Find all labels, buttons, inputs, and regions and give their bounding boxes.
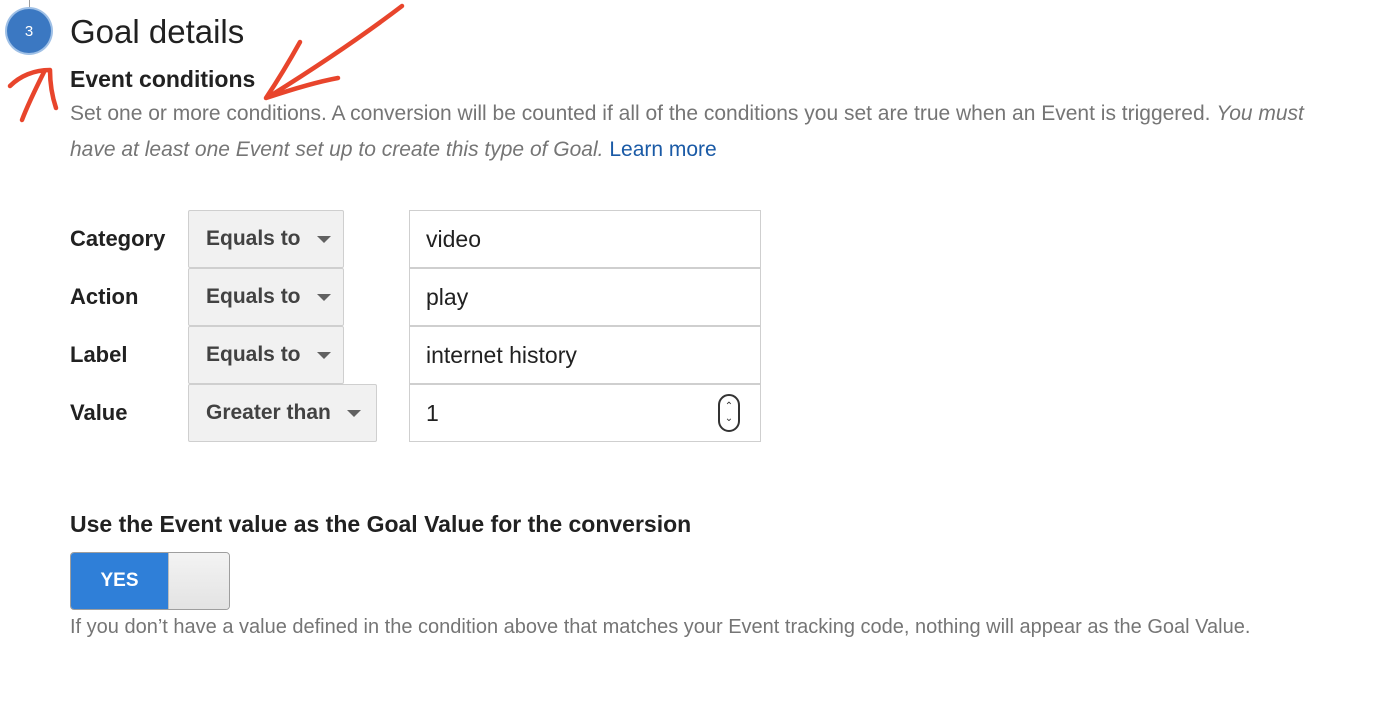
operator-value: Equals to [206,285,301,308]
condition-row-action: Action Equals to play [0,268,800,326]
spinner-up-icon[interactable]: ⌃ [725,401,733,413]
input-value: video [426,225,481,252]
description-text: Set one or more conditions. A conversion… [70,102,1211,125]
caret-down-icon [316,351,331,359]
condition-row-label: Label Equals to internet history [0,326,800,384]
operator-select-label[interactable]: Equals to [188,326,344,384]
operator-value: Greater than [206,401,331,424]
event-conditions-description: Set one or more conditions. A conversion… [70,96,1340,168]
caret-down-icon [316,293,331,301]
operator-select-action[interactable]: Equals to [188,268,344,326]
condition-label: Category [70,226,166,251]
goal-value-heading: Use the Event value as the Goal Value fo… [70,511,692,537]
toggle-on-label: YES [71,553,168,609]
annotation-arrow-right [267,3,405,99]
caret-down-icon [316,235,331,243]
section-title: Goal details [70,13,245,50]
operator-select-category[interactable]: Equals to [188,210,344,268]
annotation-arrow-left [19,69,47,123]
condition-value-input-label[interactable]: internet history [409,326,761,384]
spinner-icon[interactable]: ⌃ ⌄ [718,394,740,432]
condition-value-input-value[interactable]: 1 ⌃ ⌄ [409,384,761,442]
condition-row-category: Category Equals to video [0,210,800,268]
operator-value: Equals to [206,227,301,250]
input-value: internet history [426,341,577,368]
condition-label: Value [70,400,128,425]
input-value: 1 [426,399,439,426]
annotation-arrowhead-right [263,39,341,101]
input-value: play [426,283,469,310]
operator-select-value[interactable]: Greater than [188,384,377,442]
condition-label: Label [70,342,128,367]
condition-row-value: Value Greater than 1 ⌃ ⌄ [0,384,800,442]
toggle-knob[interactable] [168,553,229,609]
goal-value-note: If you don’t have a value defined in the… [70,616,1251,638]
goal-value-toggle[interactable]: YES [70,552,230,610]
event-conditions-heading: Event conditions [70,66,256,92]
goal-details-page: 3 Goal details Event conditions Set one … [0,0,1380,722]
step-number-badge: 3 [7,9,51,53]
annotation-arrowhead-left [7,67,59,111]
caret-down-icon [346,409,361,417]
operator-value: Equals to [206,343,301,366]
learn-more-link[interactable]: Learn more [609,138,716,161]
condition-label: Action [70,284,139,309]
condition-value-input-category[interactable]: video [409,210,761,268]
spinner-down-icon[interactable]: ⌄ [725,413,733,425]
condition-value-input-action[interactable]: play [409,268,761,326]
